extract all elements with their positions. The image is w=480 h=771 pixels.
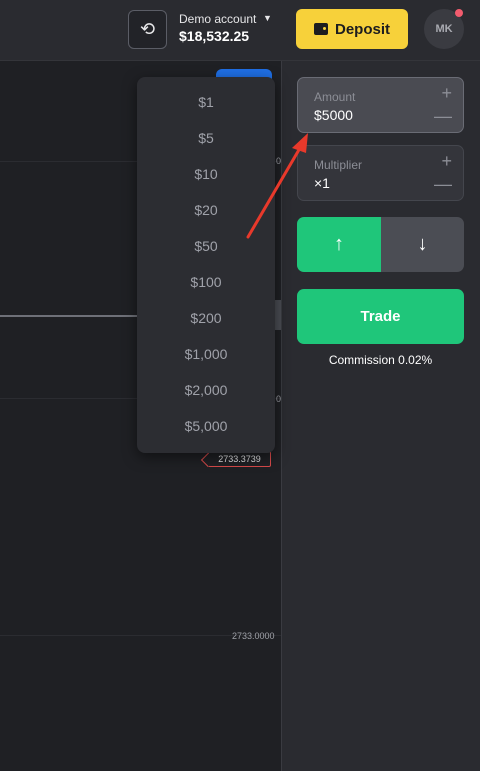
- amount-option[interactable]: $1,000: [137, 342, 275, 366]
- amount-label: Amount: [314, 90, 356, 104]
- amount-option[interactable]: $1: [137, 90, 275, 114]
- arrow-up-icon: ↑: [334, 233, 344, 255]
- multiplier-field[interactable]: Multiplier ×1 + —: [297, 145, 464, 201]
- multiplier-value[interactable]: ×1: [314, 175, 330, 191]
- amount-option[interactable]: $20: [137, 198, 275, 222]
- amount-value[interactable]: $5000: [314, 107, 353, 123]
- top-bar: ⟲ Demo account ▼ $18,532.25 Deposit MK: [0, 0, 480, 61]
- wallet-icon: [313, 23, 328, 35]
- refresh-icon: ⟲: [139, 19, 156, 39]
- down-direction-button[interactable]: ↓: [381, 217, 464, 272]
- axis-label: 2733.0000: [232, 631, 275, 641]
- arrow-down-icon: ↓: [417, 233, 428, 255]
- chevron-down-icon[interactable]: ▼: [263, 13, 272, 23]
- commission-text: Commission 0.02%: [328, 353, 433, 367]
- amount-option[interactable]: $2,000: [137, 378, 275, 402]
- account-balance: $18,532.25: [179, 28, 250, 44]
- notification-dot: [455, 9, 463, 17]
- amount-field[interactable]: Amount $5000 + —: [297, 77, 464, 133]
- multiplier-increase-button[interactable]: +: [441, 151, 452, 172]
- trade-button[interactable]: Trade: [297, 289, 464, 344]
- amount-option[interactable]: $200: [137, 306, 275, 330]
- amount-decrease-button[interactable]: —: [434, 106, 452, 127]
- current-price-tag: 2733.3739: [208, 451, 271, 467]
- multiplier-label: Multiplier: [314, 158, 363, 172]
- up-direction-button[interactable]: ↑: [297, 217, 381, 272]
- account-switch-button[interactable]: ⟲: [128, 10, 167, 49]
- amount-dropdown: $1 $5 $10 $20 $50 $100 $200 $1,000 $2,00…: [137, 77, 275, 453]
- amount-option[interactable]: $10: [137, 162, 275, 186]
- deposit-label: Deposit: [334, 20, 390, 38]
- account-name[interactable]: Demo account: [179, 12, 256, 26]
- amount-increase-button[interactable]: +: [441, 83, 452, 104]
- deposit-button[interactable]: Deposit: [296, 9, 408, 49]
- amount-option[interactable]: $5,000: [137, 414, 275, 438]
- multiplier-decrease-button[interactable]: —: [434, 174, 452, 195]
- amount-option[interactable]: $100: [137, 270, 275, 294]
- amount-option[interactable]: $50: [137, 234, 275, 258]
- amount-option[interactable]: $5: [137, 126, 275, 150]
